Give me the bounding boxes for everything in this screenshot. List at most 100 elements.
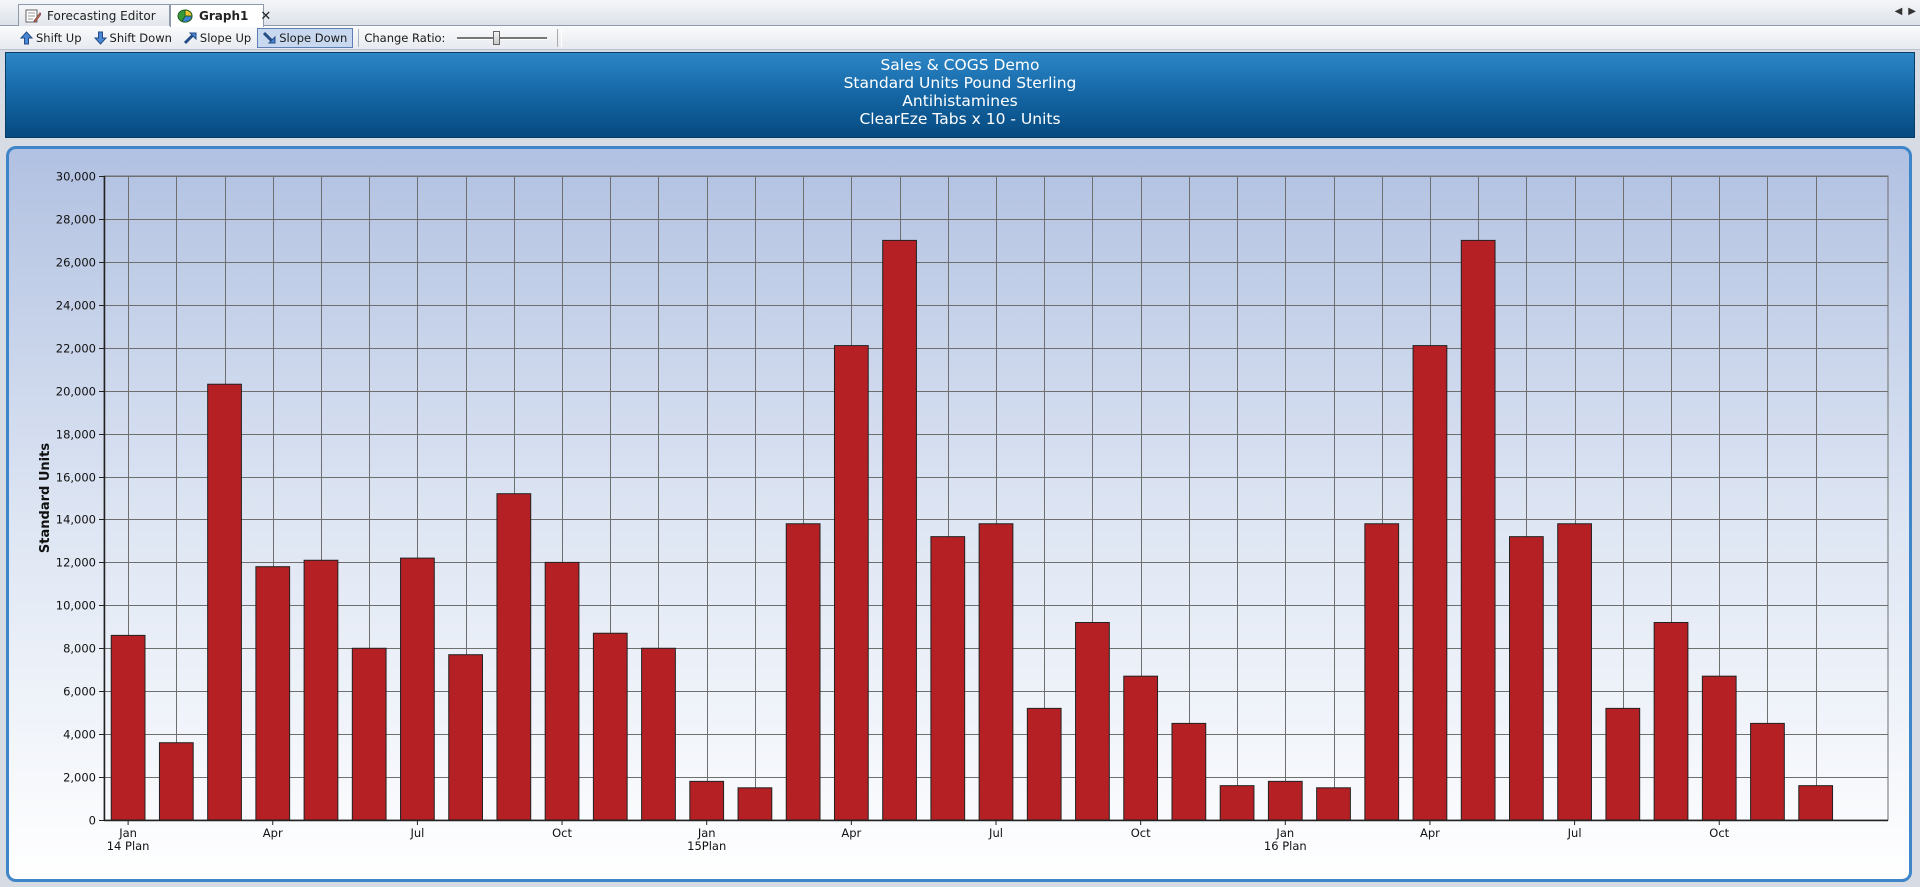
tab-forecasting-editor[interactable]: Forecasting Editor xyxy=(18,4,170,26)
shift-up-label: Shift Up xyxy=(36,30,82,45)
bar xyxy=(833,345,869,821)
chart-panel: 0 2,000 4,000 6,000 8,000 10,000 12,000 14,000 1… xyxy=(6,146,1912,882)
bar xyxy=(1171,722,1207,821)
bar xyxy=(978,523,1014,821)
x-tick-label: Jan xyxy=(118,826,137,840)
bar xyxy=(1026,707,1062,821)
y-tick-label: 0 xyxy=(89,814,96,828)
bar xyxy=(592,632,628,821)
bar xyxy=(448,654,483,821)
y-tick-label: 26,000 xyxy=(56,256,96,270)
shift-down-button[interactable]: Shift Down xyxy=(88,28,178,48)
y-tick-label: 24,000 xyxy=(56,299,96,313)
x-tick-label: Apr xyxy=(263,826,283,840)
bar xyxy=(785,523,821,821)
bar xyxy=(400,557,435,821)
bar xyxy=(544,561,580,821)
toolbar-separator xyxy=(358,28,360,47)
bar xyxy=(1701,675,1737,821)
header-subtitle-units: Standard Units Pound Sterling xyxy=(843,74,1077,92)
header-subtitle-category: Antihistamines xyxy=(902,92,1018,110)
x-tick-label: Apr xyxy=(841,826,861,840)
x-tick-label: Apr xyxy=(1420,826,1440,840)
bar xyxy=(1750,722,1785,821)
bar xyxy=(737,787,773,821)
bar xyxy=(1219,785,1255,821)
bar xyxy=(689,780,725,821)
bar xyxy=(1316,787,1351,821)
bar xyxy=(1605,707,1641,821)
header-title: Sales & COGS Demo xyxy=(880,56,1040,74)
shift-up-button[interactable]: Shift Up xyxy=(14,28,88,48)
slider-track xyxy=(457,36,548,40)
x-tick-label: Jan xyxy=(697,826,716,840)
bar xyxy=(1364,523,1400,821)
x-tick-label: 15Plan xyxy=(687,839,726,853)
bar xyxy=(1509,536,1544,821)
bar-chart: 0 2,000 4,000 6,000 8,000 10,000 12,000 14,000 1… xyxy=(38,170,1889,853)
slope-up-icon xyxy=(183,32,197,44)
y-tick-label: 30,000 xyxy=(56,170,96,184)
x-tick-label: Jul xyxy=(988,826,1003,840)
scroll-right-icon[interactable]: ▶ xyxy=(1908,6,1916,17)
bar xyxy=(1412,345,1448,821)
change-ratio-slider[interactable] xyxy=(453,29,551,47)
bar xyxy=(110,634,146,821)
chart-header-banner: Sales & COGS Demo Standard Units Pound S… xyxy=(5,52,1915,138)
y-tick-label: 6,000 xyxy=(63,685,96,699)
x-tick-label: Jan xyxy=(1275,826,1294,840)
slope-down-label: Slope Down xyxy=(279,30,348,45)
y-tick-label: 12,000 xyxy=(56,556,96,570)
y-tick-label: 18,000 xyxy=(56,428,96,442)
y-axis-label: Standard Units xyxy=(38,443,53,553)
close-icon[interactable]: ✕ xyxy=(260,9,271,24)
y-tick-label: 28,000 xyxy=(56,213,96,227)
bar xyxy=(207,383,242,821)
scroll-left-icon[interactable]: ◀ xyxy=(1895,6,1903,17)
document-tab-strip: Forecasting Editor Graph1 ✕ ◀ ▶ xyxy=(0,0,1920,27)
bar xyxy=(496,493,532,821)
x-tick-label: 14 Plan xyxy=(107,839,150,853)
tab-scroll-controls: ◀ ▶ xyxy=(1895,6,1916,17)
bar xyxy=(1075,622,1110,821)
shift-down-label: Shift Down xyxy=(109,30,172,45)
slope-down-icon xyxy=(263,31,276,43)
bar xyxy=(641,647,676,821)
bar xyxy=(1798,785,1834,821)
y-tick-label: 4,000 xyxy=(63,728,96,742)
slider-thumb[interactable] xyxy=(493,30,501,45)
arrow-down-icon xyxy=(93,31,107,45)
editor-icon xyxy=(25,9,41,23)
x-tick-label: 16 Plan xyxy=(1264,839,1307,853)
bar xyxy=(1267,780,1303,821)
header-subtitle-product: ClearEze Tabs x 10 - Units xyxy=(859,110,1061,128)
bar xyxy=(1653,622,1689,821)
y-tick-label: 22,000 xyxy=(56,342,96,356)
arrow-up-icon xyxy=(20,30,33,44)
graph-icon xyxy=(177,9,193,23)
x-tick-label: Jul xyxy=(409,826,424,840)
x-tick-label: Oct xyxy=(1709,826,1729,840)
bar xyxy=(158,742,194,821)
y-tick-label: 2,000 xyxy=(63,771,96,785)
bar xyxy=(1557,523,1592,821)
tab-graph1[interactable]: Graph1 ✕ xyxy=(170,4,271,27)
x-tick-label: Jul xyxy=(1567,826,1582,840)
x-tick-label: Oct xyxy=(552,826,572,840)
bar xyxy=(303,559,339,821)
x-tick-label: Oct xyxy=(1131,826,1151,840)
y-tick-label: 16,000 xyxy=(56,471,96,485)
change-ratio-label: Change Ratio: xyxy=(364,30,446,45)
bar xyxy=(1123,675,1159,821)
y-tick-label: 8,000 xyxy=(63,642,96,656)
bar xyxy=(1460,239,1496,821)
slope-up-button[interactable]: Slope Up xyxy=(178,28,257,48)
tab-label: Forecasting Editor xyxy=(47,8,156,23)
bar xyxy=(882,239,917,821)
tab-label: Graph1 xyxy=(199,9,249,23)
toolbar-grip xyxy=(557,28,563,47)
slope-down-button[interactable]: Slope Down xyxy=(257,27,354,48)
y-tick-label: 14,000 xyxy=(56,513,96,527)
slope-up-label: Slope Up xyxy=(199,30,252,45)
y-tick-label: 10,000 xyxy=(56,599,96,613)
